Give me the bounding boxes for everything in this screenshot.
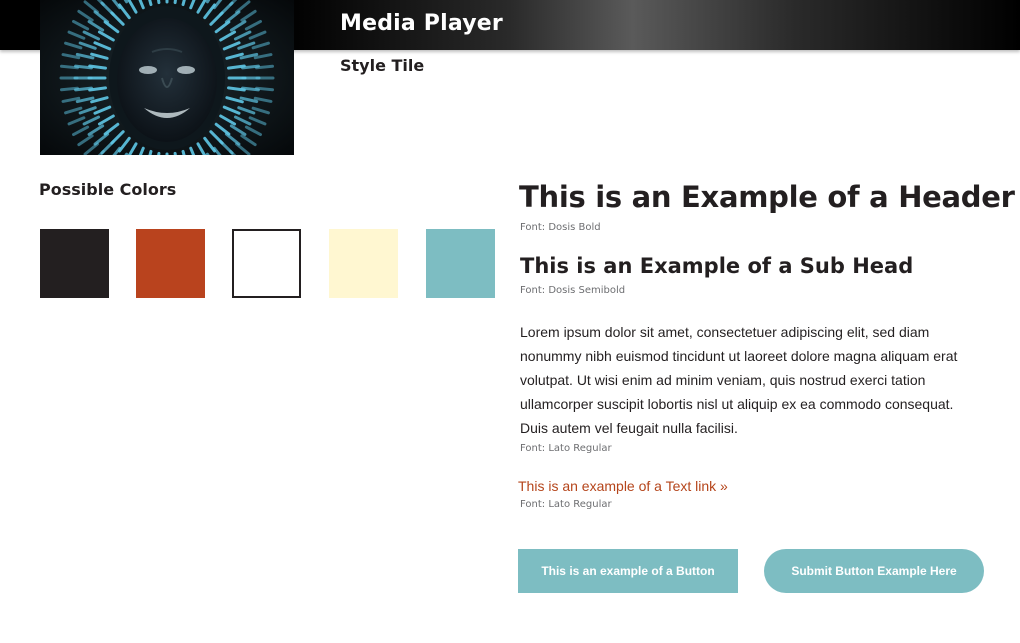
possible-colors-heading: Possible Colors <box>39 180 177 199</box>
subhead-font-note: Font: Dosis Semibold <box>520 285 626 296</box>
app-title: Media Player <box>340 11 503 36</box>
example-button[interactable]: This is an example of a Button <box>518 549 738 593</box>
header-font-note: Font: Dosis Bold <box>520 222 601 233</box>
color-swatch-black <box>40 229 109 298</box>
style-tile-label: Style Tile <box>340 56 425 75</box>
body-font-note: Font: Lato Regular <box>520 443 612 454</box>
color-swatch-rust <box>136 229 205 298</box>
body-text-example: Lorem ipsum dolor sit amet, consectetuer… <box>520 324 958 436</box>
color-swatch-cream <box>329 229 398 298</box>
album-art-image <box>40 0 294 155</box>
color-swatch-white <box>232 229 301 298</box>
text-link-example[interactable]: This is an example of a Text link » <box>518 478 728 494</box>
color-swatch-teal <box>426 229 495 298</box>
link-font-note: Font: Lato Regular <box>520 499 612 510</box>
header-example: This is an Example of a Header <box>519 180 1015 214</box>
subhead-example: This is an Example of a Sub Head <box>520 254 914 278</box>
submit-button[interactable]: Submit Button Example Here <box>764 549 984 593</box>
album-art-illustration <box>40 0 294 155</box>
